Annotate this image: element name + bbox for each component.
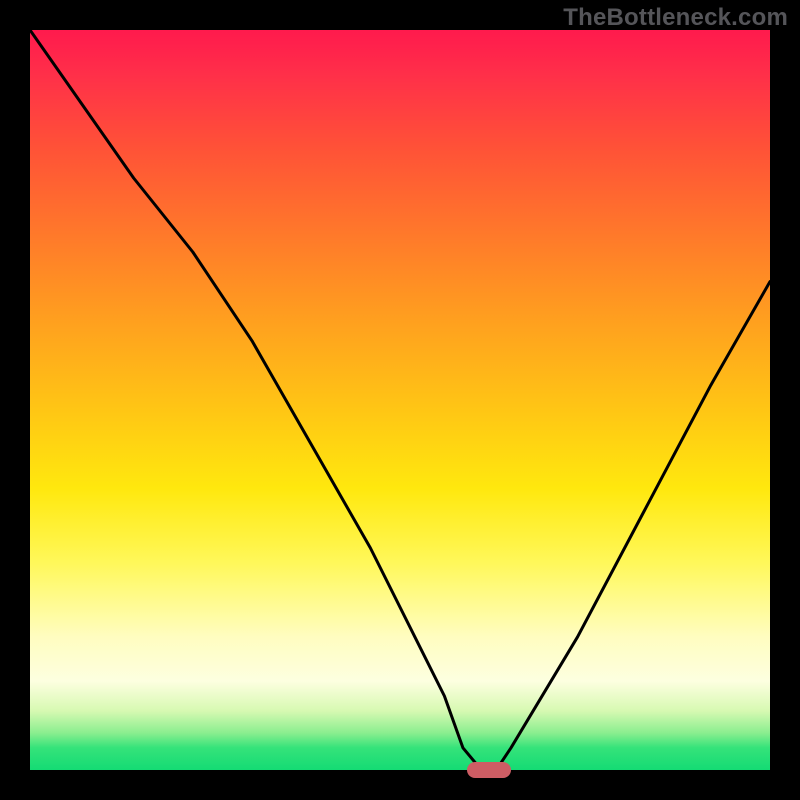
bottleneck-curve xyxy=(30,30,770,770)
plot-area xyxy=(30,30,770,770)
watermark-text: TheBottleneck.com xyxy=(563,4,788,32)
optimal-marker xyxy=(467,762,511,778)
curve-path xyxy=(30,30,770,770)
